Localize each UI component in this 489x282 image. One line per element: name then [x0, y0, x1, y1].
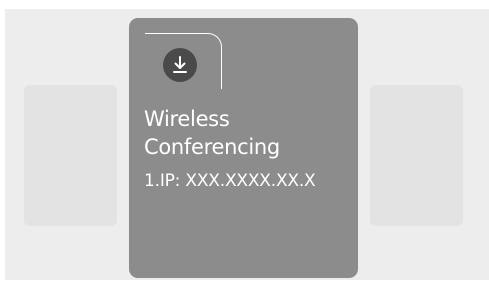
next-card[interactable] — [370, 85, 463, 226]
carousel-container: Wireless Conferencing 1.IP: XXX.XXXX.XX.… — [5, 9, 489, 280]
previous-card[interactable] — [24, 85, 117, 226]
download-icon — [163, 48, 197, 82]
wireless-conferencing-card[interactable]: Wireless Conferencing 1.IP: XXX.XXXX.XX.… — [129, 18, 358, 278]
card-title: Wireless Conferencing — [144, 105, 349, 161]
card-title-line-2: Conferencing — [144, 135, 280, 159]
ip-address-text: 1.IP: XXX.XXXX.XX.X — [144, 171, 316, 191]
card-title-line-1: Wireless — [144, 107, 230, 131]
